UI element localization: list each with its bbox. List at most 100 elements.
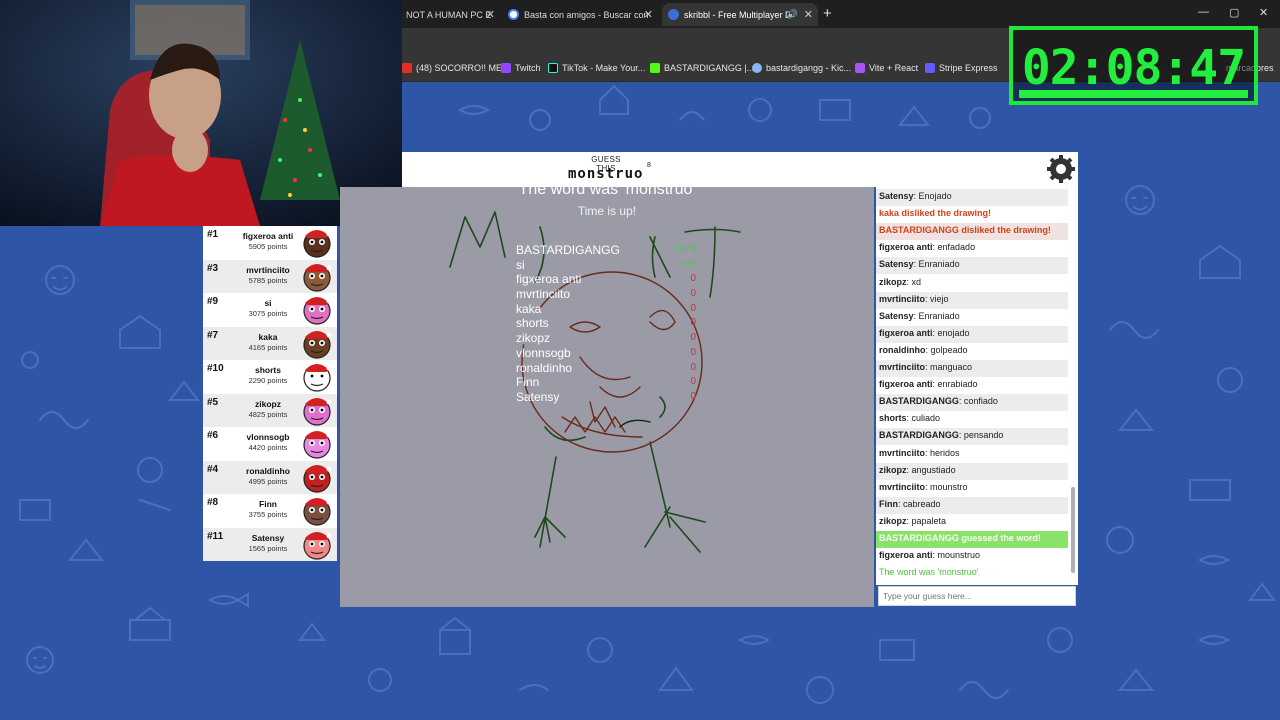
chat-text: culiado — [911, 413, 941, 424]
player-list: #1 figxeroa anti 5905 points #3 mvrtinciito 5… — [203, 226, 337, 561]
player-name: shorts — [255, 365, 281, 375]
chat-message: BASTARDIGANGG disliked the drawing! — [876, 223, 1068, 241]
chat-message: zikopz: xd — [879, 276, 922, 287]
score-player-name: Finn — [516, 375, 540, 390]
close-icon[interactable]: ✕ — [644, 8, 653, 21]
player-row[interactable]: #5 zikopz 4825 points — [203, 393, 337, 427]
bookmark-label: Twitch — [515, 63, 541, 73]
kick-icon — [650, 63, 660, 73]
chat-message: ronaldinho: golpeado — [879, 344, 968, 355]
vite-icon — [855, 63, 865, 73]
score-player-name: figxeroa anti — [516, 272, 582, 287]
score-row: vlonnsogb 0 — [516, 346, 706, 361]
timer-text: 02:08:47 — [1021, 40, 1246, 96]
drawing-canvas[interactable]: The word was 'monstruo' Time is up! BAST… — [340, 187, 874, 607]
gear-icon[interactable] — [1046, 154, 1076, 184]
player-rank: #6 — [207, 430, 219, 441]
maximize-icon[interactable]: ▢ — [1229, 6, 1239, 19]
chat-message: BASTARDIGANGG: confiado — [876, 394, 1068, 412]
player-row[interactable]: #4 ronaldinho 4995 points — [203, 460, 337, 494]
bookmark-item[interactable]: BASTARDIGANGG |... — [650, 63, 754, 73]
window-close-icon[interactable]: ✕ — [1259, 6, 1268, 19]
chat-message: Finn: cabreado — [876, 496, 1068, 514]
browser-tab-active[interactable]: skribbl - Free Multiplayer D 🔊 ✕ — [662, 3, 818, 26]
bookmark-item[interactable]: TikTok - Make Your... — [548, 63, 645, 73]
player-row[interactable]: #3 mvrtinciito 5785 points — [203, 259, 337, 293]
bookmark-item[interactable]: (48) SOCORRO!! ME... — [402, 63, 510, 73]
player-row[interactable]: #8 Finn 3755 points — [203, 494, 337, 528]
scrollbar-thumb[interactable] — [1071, 487, 1075, 573]
chat-text: xd — [911, 276, 922, 287]
bookmark-item[interactable]: bastardigangg - Kic... — [752, 63, 851, 73]
chat-text: The word was 'monstruo' — [879, 567, 979, 578]
close-icon[interactable]: ✕ — [804, 8, 813, 21]
bookmark-label: Stripe Express — [939, 63, 998, 73]
timer-progress — [1019, 90, 1248, 98]
player-row[interactable]: #10 shorts 2290 points — [203, 360, 337, 394]
bookmark-item[interactable]: Stripe Express — [925, 63, 998, 73]
timer-progress-fill — [1019, 90, 1248, 98]
minimize-icon[interactable]: — — [1198, 6, 1209, 18]
speaker-icon[interactable]: 🔊 — [787, 9, 798, 20]
chat-scrollbar[interactable] — [1070, 191, 1076, 581]
close-icon[interactable]: ✕ — [486, 8, 495, 21]
player-points: 5905 points — [248, 242, 288, 251]
word-length: 8 — [647, 162, 651, 169]
chat-text: enfadado — [937, 242, 976, 253]
twitch-icon — [501, 63, 511, 73]
score-row: si +70 — [516, 258, 706, 273]
score-row: Finn 0 — [516, 375, 706, 390]
player-row[interactable]: #9 si 3075 points — [203, 293, 337, 327]
bookmark-label: TikTok - Make Your... — [562, 63, 646, 73]
avatar — [303, 498, 332, 526]
bookmark-label: BASTARDIGANGG |... — [664, 63, 755, 73]
bookmark-item[interactable]: Twitch — [501, 63, 541, 73]
chat-message: BASTARDIGANGG guessed the word! — [876, 531, 1068, 549]
chat-text: BASTARDIGANGG guessed the word! — [879, 533, 1041, 543]
round-scores: BASTARDIGANGG +275 si +70 figxeroa anti 0 mvrt… — [516, 243, 706, 405]
score-points: 0 — [690, 332, 696, 344]
player-row[interactable]: #7 kaka 4165 points — [203, 326, 337, 360]
player-name: si — [264, 298, 272, 308]
player-name: Satensy — [251, 532, 285, 543]
chat-text: confiado — [963, 396, 998, 407]
tab-title: NOT A HUMAN PC E — [406, 9, 492, 20]
score-points: 0 — [690, 288, 696, 300]
chat-message: The word was 'monstruo' — [876, 565, 1068, 582]
browser-tab[interactable]: Basta con amigos - Buscar con ✕ — [502, 3, 658, 26]
player-name: vlonnsogb — [246, 432, 290, 442]
browser-tab[interactable]: NOT A HUMAN PC E ✕ — [400, 3, 500, 26]
score-player-name: zikopz — [516, 331, 551, 346]
guess-input[interactable] — [878, 586, 1076, 606]
chat-author: zikopz — [879, 515, 907, 526]
score-player-name: BASTARDIGANGG — [516, 243, 620, 257]
score-points: 0 — [690, 361, 696, 373]
score-player-name: vlonnsogb — [516, 345, 571, 360]
time-up-label: Time is up! — [577, 204, 637, 218]
chat-text: angustiado — [911, 464, 956, 475]
player-points: 4825 points — [248, 409, 288, 419]
player-rank: #9 — [207, 296, 219, 307]
avatar — [303, 330, 332, 359]
player-row[interactable]: #1 figxeroa anti 5905 points — [203, 226, 337, 260]
score-row: figxeroa anti 0 — [516, 272, 706, 287]
player-row[interactable]: #6 vlonnsogb 4420 points — [203, 427, 337, 461]
score-player-name: si — [516, 257, 525, 272]
chat-message: mvrtinciito: manguaco — [876, 360, 1068, 378]
bookmark-item[interactable]: Vite + React — [855, 63, 918, 73]
score-points: +70 — [679, 258, 696, 270]
new-tab-button[interactable]: + — [823, 5, 832, 22]
chat-message: mvrtinciito: heridos — [879, 447, 960, 458]
chat-text: heridos — [930, 447, 960, 458]
chat-message: Satensy: Enraniado — [876, 257, 1068, 275]
chat-message: figxeroa anti: enojado — [876, 325, 1068, 343]
player-points: 5785 points — [248, 275, 288, 285]
player-points: 4420 points — [248, 443, 288, 452]
chat-message: kaka disliked the drawing! — [876, 206, 1068, 223]
player-row[interactable]: #11 Satensy 1565 points — [203, 527, 337, 561]
chat-message: figxeroa anti: enrabiado — [879, 379, 978, 390]
player-points: 1565 points — [248, 543, 288, 553]
chat-author: mvrtinciito — [879, 293, 926, 304]
game-header: GUESS THIS monstruo 8 — [402, 152, 1078, 187]
player-rank: #3 — [207, 262, 219, 274]
